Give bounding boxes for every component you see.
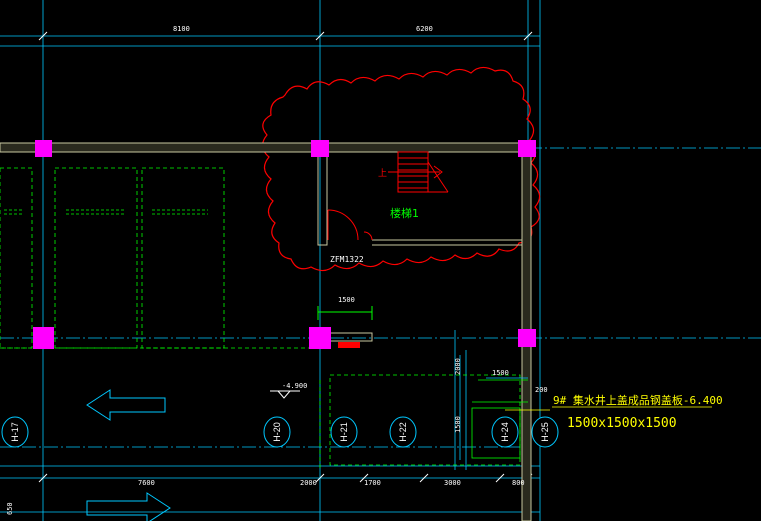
left-edge-dim: 650	[6, 502, 14, 515]
axis-label-h20: H-20	[272, 422, 282, 442]
axis-label-h22: H-22	[398, 422, 408, 442]
bottom-dim-4: 3000	[444, 479, 461, 487]
door-tag: ZFM1322	[330, 255, 364, 264]
pit-dim-left-v2: 1500	[454, 416, 462, 433]
flow-arrow-lower	[86, 492, 171, 521]
bottom-dim-2: 2000	[300, 479, 317, 487]
bottom-dim-5: 800	[512, 479, 525, 487]
pit-dim-left-v1: 2000	[454, 358, 462, 375]
walls	[0, 142, 532, 521]
top-dim-2: 6200	[416, 25, 433, 33]
stair-up-label: 上	[378, 168, 387, 179]
elevation-marker	[270, 390, 300, 399]
cad-drawing-canvas[interactable]: 上 8100 6200 H-17 H-20 H-21 H-22 H-24 H-2…	[0, 0, 761, 521]
pit-dim-right-top: 200	[535, 386, 548, 394]
axis-grid	[0, 0, 761, 521]
door-width-dim-lines	[317, 306, 373, 320]
elevation-value: -4.900	[282, 382, 307, 390]
door-width-dim: 1500	[338, 296, 355, 304]
hidden-dash-marks	[4, 209, 208, 215]
bottom-dim-1: 7600	[138, 479, 155, 487]
pit-note-title: 9# 集水井上盖成品钢盖板-6.400	[553, 393, 723, 407]
axis-label-h25: H-25	[540, 422, 550, 442]
room-label: 楼梯1	[390, 206, 419, 220]
red-section-marker	[338, 342, 360, 348]
hidden-lines	[0, 167, 521, 470]
bottom-dim-3: 1700	[364, 479, 381, 487]
door-swing	[327, 209, 373, 241]
top-dim-1: 8100	[173, 25, 190, 33]
axis-label-h17: H-17	[10, 422, 20, 442]
axis-label-h24: H-24	[500, 422, 510, 442]
pit-dim-top: 1500	[492, 369, 509, 377]
pit-note-size: 1500x1500x1500	[567, 416, 677, 431]
stair-symbol	[388, 151, 449, 193]
axis-label-h21: H-21	[339, 422, 349, 442]
flow-arrow-upper	[86, 389, 166, 421]
